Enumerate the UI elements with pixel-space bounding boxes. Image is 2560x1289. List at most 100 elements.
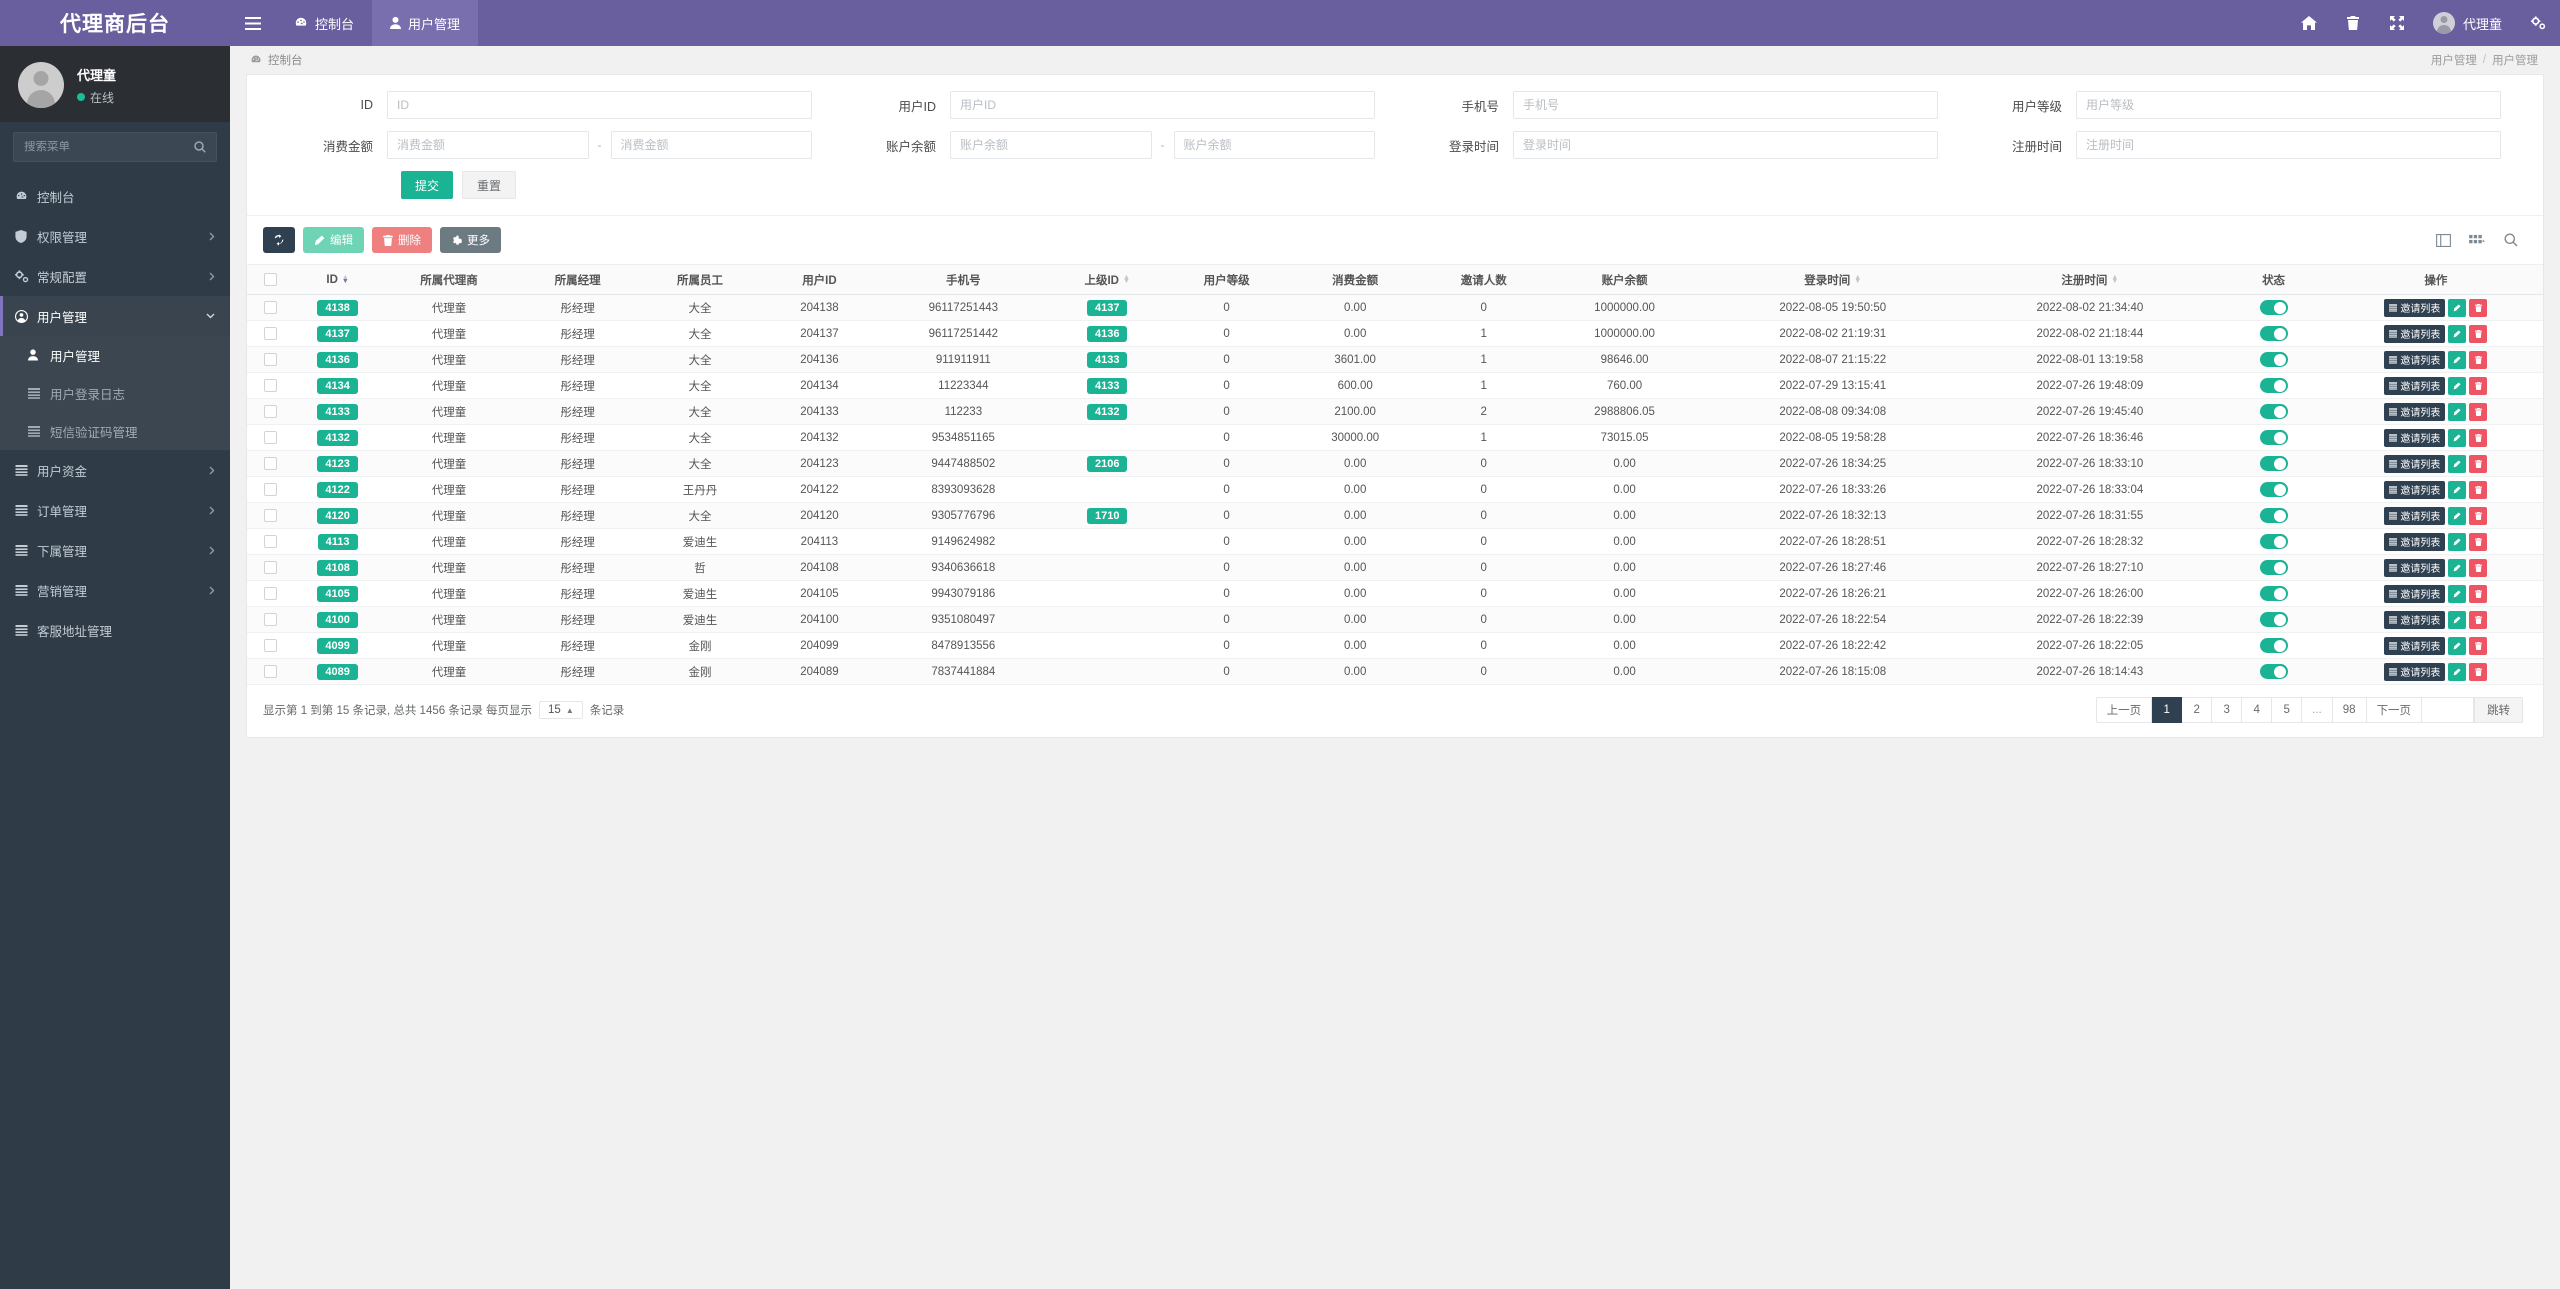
hamburger-icon[interactable] [230,0,276,46]
pagination-next[interactable]: 下一页 [2366,697,2423,723]
table-row[interactable]: 4132 代理童 彤经理 大全 204132 9534851165 0 30000.00 1 73… [247,424,2544,451]
cell-status[interactable] [2218,632,2329,659]
row-delete-button[interactable] [2469,402,2488,421]
cell-status[interactable] [2218,424,2329,451]
cell-status[interactable] [2218,528,2329,555]
cell-ops[interactable]: 邀请列表 [2328,320,2544,347]
invite-list-button[interactable]: 邀请列表 [2384,350,2446,369]
row-checkbox[interactable] [263,457,277,470]
refresh-button[interactable] [263,227,295,253]
row-edit-button[interactable] [2448,558,2467,577]
balance-max-input[interactable] [1173,131,1376,159]
row-checkbox[interactable] [263,509,277,522]
delete-button[interactable]: 删除 [372,227,432,253]
search-icon[interactable] [194,141,206,153]
spend-min-input[interactable] [387,131,589,159]
row-delete-button[interactable] [2469,324,2488,343]
home-icon[interactable] [2287,0,2331,46]
login-time-input[interactable] [1513,131,1939,159]
invite-list-button[interactable]: 邀请列表 [2384,454,2446,473]
cell-ops[interactable]: 邀请列表 [2328,580,2544,607]
row-edit-button[interactable] [2448,636,2467,655]
row-edit-button[interactable] [2448,324,2467,343]
row-checkbox[interactable] [263,431,277,444]
sidebar-item-service-address-management[interactable]: 客服地址管理 [0,610,230,650]
table-row[interactable]: 4105 代理童 彤经理 爱迪生 204105 9943079186 0 0.00 0 0.00 2… [247,580,2544,607]
row-delete-button[interactable] [2469,584,2488,603]
pagination-jump-input[interactable] [2422,697,2475,723]
status-toggle[interactable] [2259,326,2288,341]
cell-status[interactable] [2218,320,2329,347]
row-delete-button[interactable] [2469,350,2488,369]
status-toggle[interactable] [2259,300,2288,315]
table-row[interactable]: 4113 代理童 彤经理 爱迪生 204113 9149624982 0 0.00 0 0.00 2… [247,528,2544,555]
row-edit-button[interactable] [2448,610,2467,629]
pagination-page-98[interactable]: 98 [2332,697,2367,723]
cell-status[interactable] [2218,294,2329,321]
cell-ops[interactable]: 邀请列表 [2328,528,2544,555]
sort-icon[interactable]: ▲ ▼ [1854,274,1861,285]
page-size-select[interactable]: 15 ▲ [539,701,583,719]
row-delete-button[interactable] [2469,376,2488,395]
status-toggle[interactable] [2259,560,2288,575]
row-delete-button[interactable] [2469,636,2488,655]
invite-list-button[interactable]: 邀请列表 [2384,428,2446,447]
row-delete-button[interactable] [2469,480,2488,499]
row-edit-button[interactable] [2448,298,2467,317]
cell-status[interactable] [2218,450,2329,477]
user-id-input[interactable] [950,91,1376,119]
pagination-page-4[interactable]: 4 [2242,697,2273,723]
sidebar-subitem-users[interactable]: 用户管理 [0,336,230,374]
sidebar-profile[interactable]: 代理童 在线 [0,46,230,122]
row-delete-button[interactable] [2469,454,2488,473]
sort-icon[interactable]: ▲ ▼ [1123,274,1130,285]
table-header-parent_id[interactable]: 上级ID ▲ ▼ [1049,264,1166,295]
sidebar-search[interactable] [13,132,217,162]
invite-list-button[interactable]: 邀请列表 [2384,480,2446,499]
status-toggle[interactable] [2259,456,2288,471]
cell-ops[interactable]: 邀请列表 [2328,424,2544,451]
cell-ops[interactable]: 邀请列表 [2328,372,2544,399]
id-input[interactable] [387,91,813,119]
cell-ops[interactable]: 邀请列表 [2328,398,2544,425]
cell-ops[interactable]: 邀请列表 [2328,346,2544,373]
status-toggle[interactable] [2259,664,2288,679]
row-checkbox[interactable] [263,405,277,418]
cell-status[interactable] [2218,606,2329,633]
register-time-input[interactable] [2076,131,2502,159]
status-toggle[interactable] [2259,586,2288,601]
search-input[interactable] [24,141,194,153]
fullscreen-icon[interactable] [2375,0,2419,46]
row-checkbox[interactable] [263,561,277,574]
sidebar-item-subordinate-management[interactable]: 下属管理 [0,530,230,570]
table-row[interactable]: 4099 代理童 彤经理 金刚 204099 8478913556 0 0.00 0 0.00 20… [247,632,2544,659]
row-edit-button[interactable] [2448,350,2467,369]
table-header-reg_time[interactable]: 注册时间 ▲ ▼ [1961,264,2219,295]
row-delete-button[interactable] [2469,662,2488,681]
reset-button[interactable]: 重置 [462,171,517,199]
row-checkbox[interactable] [263,639,277,652]
sort-icon[interactable]: ▲ ▼ [2111,274,2118,285]
sidebar-item-user-funds[interactable]: 用户资金 [0,450,230,490]
pagination-page-3[interactable]: 3 [2212,697,2243,723]
row-delete-button[interactable] [2469,428,2488,447]
sort-icon[interactable]: ▲ ▼ [342,274,349,285]
table-header-id[interactable]: ID ▲ ▼ [293,264,382,295]
status-toggle[interactable] [2259,534,2288,549]
row-checkbox[interactable] [263,327,277,340]
user-level-input[interactable] [2076,91,2502,119]
search-icon[interactable] [2499,229,2523,251]
invite-list-button[interactable]: 邀请列表 [2384,584,2446,603]
row-edit-button[interactable] [2448,480,2467,499]
cell-status[interactable] [2218,476,2329,503]
balance-min-input[interactable] [950,131,1152,159]
invite-list-button[interactable]: 邀请列表 [2384,402,2446,421]
cell-status[interactable] [2218,580,2329,607]
invite-list-button[interactable]: 邀请列表 [2384,558,2446,577]
sidebar-item-marketing-management[interactable]: 营销管理 [0,570,230,610]
pagination-page-2[interactable]: 2 [2182,697,2213,723]
invite-list-button[interactable]: 邀请列表 [2384,662,2446,681]
select-all-checkbox[interactable] [263,273,277,286]
status-toggle[interactable] [2259,352,2288,367]
cell-status[interactable] [2218,372,2329,399]
